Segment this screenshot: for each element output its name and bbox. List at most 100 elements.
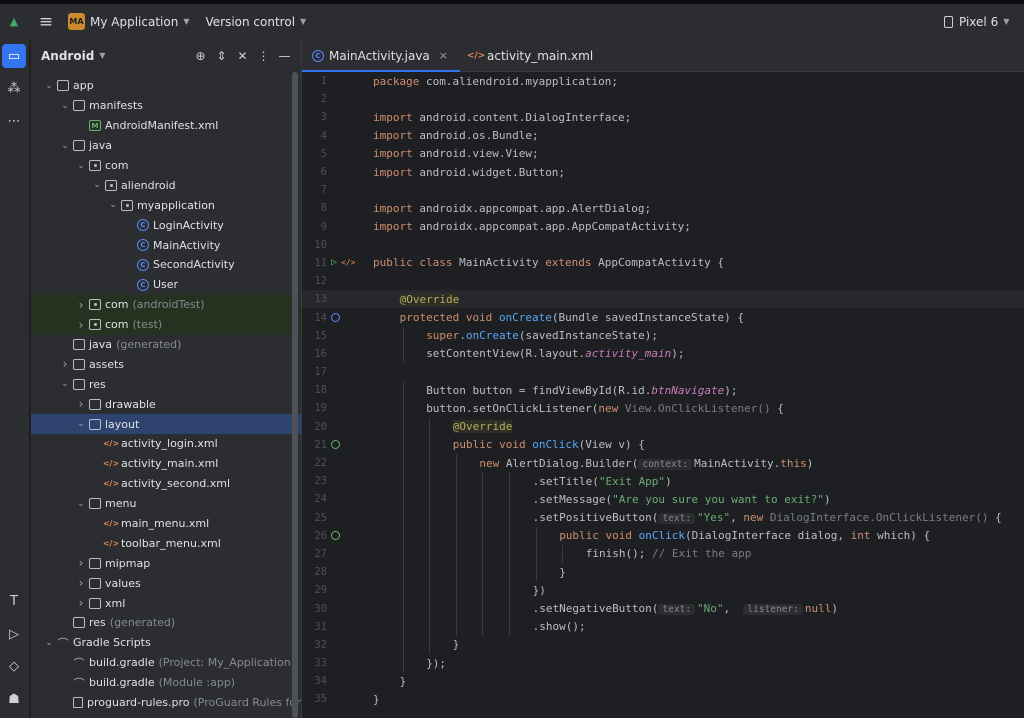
- code-line[interactable]: 27 finish(); // Exit the app: [302, 544, 1024, 564]
- code-line[interactable]: 11 ▷ </> public class MainActivity extends …: [302, 254, 1024, 272]
- code-line[interactable]: 25 .setPositiveButton(text: "Yes", new Dia…: [302, 508, 1024, 527]
- code-line[interactable]: 31 .show();: [302, 617, 1024, 636]
- tree-item[interactable]: ⌒ build.gradle (Module :app): [31, 673, 301, 693]
- tree-item[interactable]: › com (androidTest): [31, 294, 301, 315]
- version-control-menu[interactable]: Version control ▼: [205, 15, 306, 29]
- main-menu-icon[interactable]: ≡: [28, 4, 64, 39]
- run-gutter-icon[interactable]: ▷: [331, 257, 337, 268]
- tree-item[interactable]: C User: [31, 275, 301, 295]
- code-line[interactable]: 18 Button button = findViewById(R.id.btnN…: [302, 381, 1024, 400]
- chevron-down-icon[interactable]: ⌄: [43, 81, 55, 91]
- chevron-down-icon[interactable]: ⌄: [59, 101, 71, 111]
- tree-item[interactable]: java (generated): [31, 335, 301, 355]
- code-area[interactable]: 1 package com.aliendroid.myapplication; 2 3…: [302, 72, 1024, 709]
- chevron-right-icon[interactable]: ›: [75, 596, 87, 610]
- code-line[interactable]: 19 button.setOnClickListener(new View.OnC…: [302, 399, 1024, 418]
- more-tools-icon[interactable]: ⋯: [2, 109, 26, 133]
- code-line[interactable]: 34}: [302, 672, 1024, 690]
- chevron-down-icon[interactable]: ⌄: [59, 379, 71, 389]
- tree-item[interactable]: › drawable: [31, 394, 301, 414]
- chevron-right-icon[interactable]: ›: [75, 397, 87, 411]
- tree-item[interactable]: C SecondActivity: [31, 255, 301, 275]
- chevron-right-icon[interactable]: ›: [59, 357, 71, 371]
- chevron-down-icon[interactable]: ⌄: [59, 141, 71, 151]
- tree-item[interactable]: ⌄ menu: [31, 494, 301, 514]
- code-line[interactable]: 24 .setMessage("Are you sure you want to …: [302, 490, 1024, 509]
- tree-item[interactable]: ⌄ res: [31, 374, 301, 394]
- code-line[interactable]: 21 public void onClick(View v) {: [302, 435, 1024, 454]
- tree-item[interactable]: res (generated): [31, 613, 301, 633]
- code-line[interactable]: 9 import androidx.appcompat.app.AppCompat…: [302, 218, 1024, 236]
- code-line[interactable]: 32}: [302, 635, 1024, 654]
- project-folder-icon[interactable]: ▭: [2, 44, 26, 68]
- code-line[interactable]: 22 new AlertDialog.Builder(context: MainAc…: [302, 453, 1024, 473]
- tree-item[interactable]: </> main_menu.xml: [31, 514, 301, 534]
- code-line[interactable]: 29}): [302, 581, 1024, 600]
- tree-item[interactable]: </> activity_main.xml: [31, 454, 301, 474]
- tree-item[interactable]: ⌄ app: [31, 76, 301, 96]
- implements-gutter-icon[interactable]: [331, 440, 340, 450]
- run-icon[interactable]: ▷: [2, 622, 26, 646]
- tree-item[interactable]: </> activity_login.xml: [31, 434, 301, 454]
- tree-item[interactable]: ⌄ com: [31, 156, 301, 176]
- code-line[interactable]: 12: [302, 272, 1024, 290]
- chevron-down-icon[interactable]: ⌄: [107, 200, 119, 210]
- code-line[interactable]: 15 super.onCreate(savedInstanceState);: [302, 326, 1024, 345]
- resource-manager-icon[interactable]: ⁂: [2, 76, 26, 100]
- chevron-down-icon[interactable]: ⌄: [75, 161, 87, 171]
- chevron-down-icon[interactable]: ⌄: [91, 180, 103, 190]
- options-icon[interactable]: ⋮: [253, 46, 274, 66]
- tree-item[interactable]: </> activity_second.xml: [31, 474, 301, 494]
- code-line[interactable]: 3 import android.content.DialogInterface;: [302, 108, 1024, 126]
- tree-item[interactable]: › assets: [31, 354, 301, 374]
- tab-activity-main-xml[interactable]: </> activity_main.xml: [460, 39, 605, 72]
- hide-panel-icon[interactable]: —: [274, 46, 295, 66]
- chevron-right-icon[interactable]: ›: [75, 576, 87, 590]
- collapse-all-icon[interactable]: ✕: [232, 46, 253, 66]
- build-hammer-icon[interactable]: T: [2, 589, 26, 613]
- project-selector[interactable]: My Application ▼: [90, 15, 189, 29]
- tree-item[interactable]: C LoginActivity: [31, 215, 301, 235]
- code-line[interactable]: 2: [302, 90, 1024, 108]
- override-gutter-icon[interactable]: [331, 313, 340, 323]
- android-icon[interactable]: ☗: [2, 687, 26, 711]
- tree-item[interactable]: ⌄ myapplication: [31, 195, 301, 215]
- tree-item[interactable]: › xml: [31, 593, 301, 613]
- tab-mainactivity-java[interactable]: C MainActivity.java ×: [302, 39, 460, 72]
- chevron-down-icon[interactable]: ⌄: [75, 419, 87, 429]
- code-line[interactable]: 33});: [302, 654, 1024, 673]
- tree-item[interactable]: M AndroidManifest.xml: [31, 116, 301, 136]
- expand-all-icon[interactable]: ⇕: [211, 46, 232, 66]
- code-line[interactable]: 4 import android.os.Bundle;: [302, 127, 1024, 145]
- close-icon[interactable]: ×: [439, 49, 448, 62]
- tree-item[interactable]: ⌒ build.gradle (Project: My_Application): [31, 653, 301, 673]
- implemented-markup-icon[interactable]: </>: [341, 258, 355, 267]
- code-line[interactable]: 26 public void onClick(DialogInterface di…: [302, 526, 1024, 545]
- chevron-down-icon[interactable]: ⌄: [43, 638, 55, 648]
- code-line[interactable]: 10: [302, 236, 1024, 254]
- project-view-selector[interactable]: Android: [41, 49, 94, 63]
- chevron-down-icon[interactable]: ⌄: [75, 499, 87, 509]
- tree-item[interactable]: ⌄ ⌒ Gradle Scripts: [31, 633, 301, 653]
- tree-item[interactable]: › mipmap: [31, 553, 301, 573]
- chevron-right-icon[interactable]: ›: [75, 298, 87, 312]
- tree-item[interactable]: ⌄ manifests: [31, 96, 301, 116]
- code-line[interactable]: 14 protected void onCreate(Bundle savedIn…: [302, 308, 1024, 326]
- tree-item[interactable]: › values: [31, 573, 301, 593]
- code-line[interactable]: 6 import android.widget.Button;: [302, 163, 1024, 181]
- tree-item[interactable]: </> toolbar_menu.xml: [31, 533, 301, 553]
- chevron-right-icon[interactable]: ›: [75, 556, 87, 570]
- tree-item[interactable]: C MainActivity: [31, 235, 301, 255]
- project-scrollbar[interactable]: [292, 72, 298, 718]
- tree-item[interactable]: ⌄ aliendroid: [31, 175, 301, 195]
- code-line[interactable]: 17: [302, 363, 1024, 381]
- implements-gutter-icon[interactable]: [331, 531, 340, 541]
- tree-item[interactable]: › com (test): [31, 314, 301, 335]
- gem-icon[interactable]: ◇: [2, 654, 26, 678]
- code-line[interactable]: 5 import android.view.View;: [302, 145, 1024, 163]
- code-line[interactable]: 28}: [302, 563, 1024, 582]
- tree-item[interactable]: proguard-rules.pro (ProGuard Rules for ": [31, 693, 301, 713]
- device-selector[interactable]: Pixel 6 ▼: [944, 4, 1009, 39]
- code-line[interactable]: 16 setContentView(R.layout.activity_main)…: [302, 344, 1024, 363]
- code-line[interactable]: 23 .setTitle("Exit App"): [302, 472, 1024, 491]
